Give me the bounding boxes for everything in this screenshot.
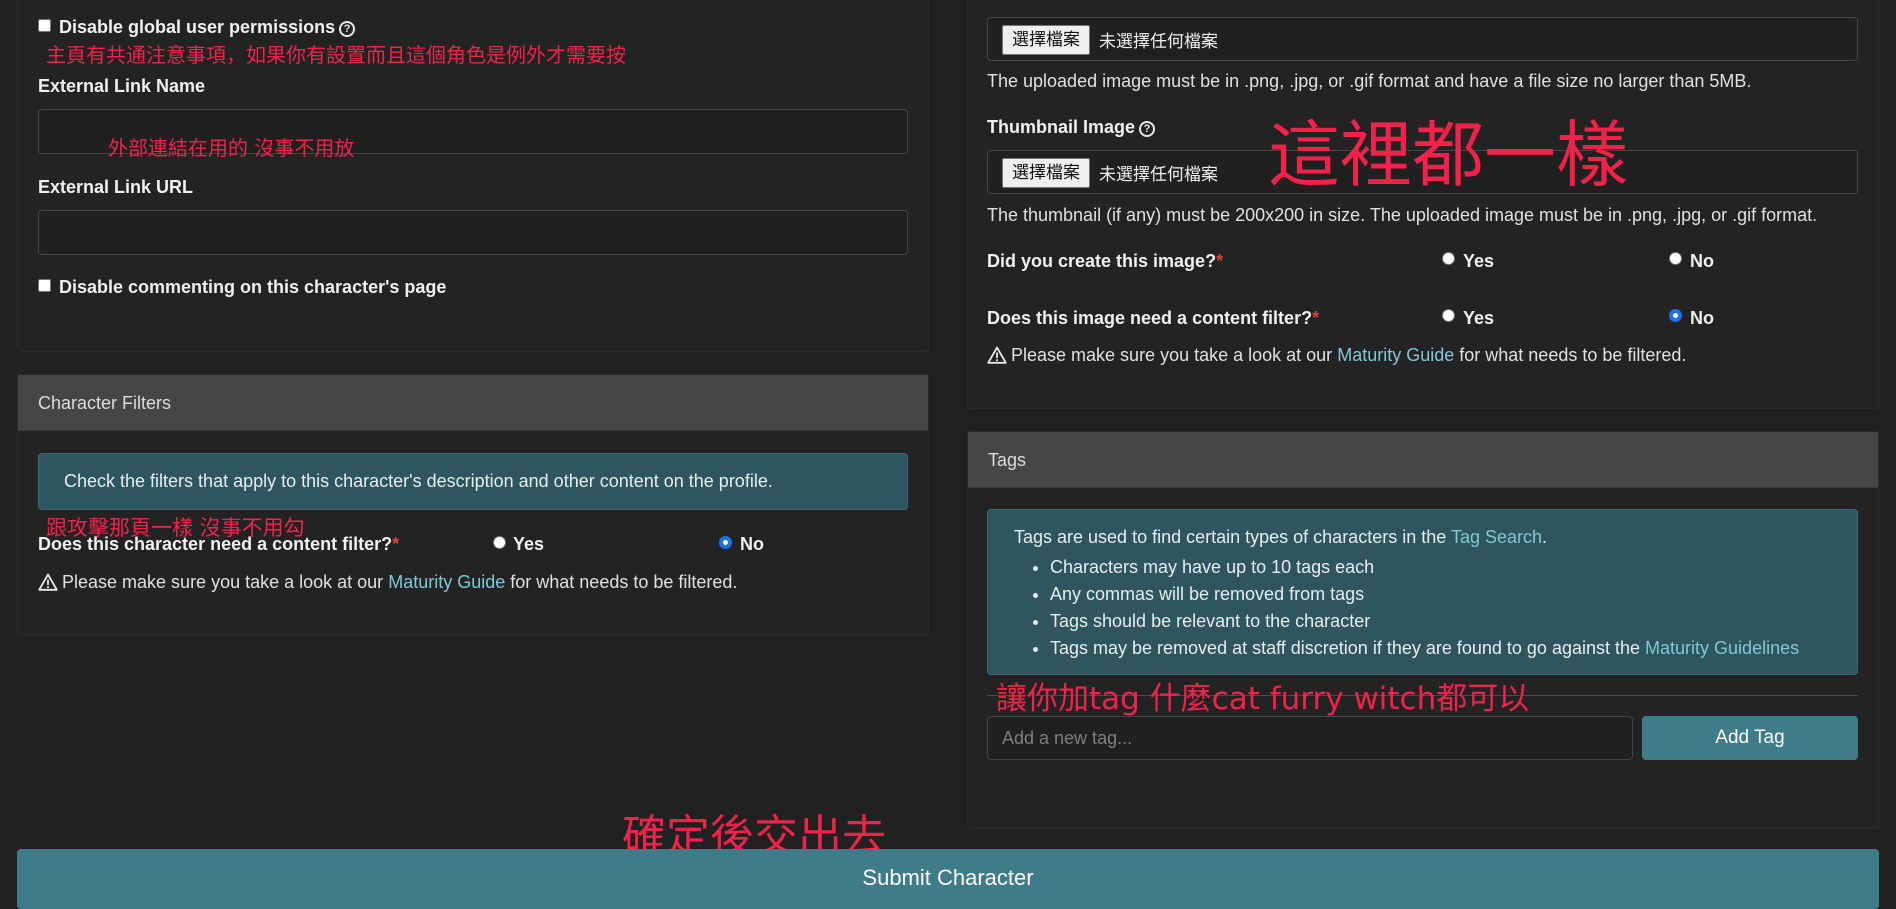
character-filters-info: Check the filters that apply to this cha… bbox=[38, 453, 908, 510]
maturity-guide-link[interactable]: Maturity Guide bbox=[1337, 345, 1454, 365]
annotation-external-name: 外部連結在用的 沒事不用放 bbox=[108, 136, 355, 160]
annotation-tags: 讓你加tag 什麼cat furry witch都可以 bbox=[996, 681, 1530, 717]
annotation-permissions: 主頁有共通注意事項，如果你有設置而且這個角色是例外才需要按 bbox=[46, 43, 626, 67]
disable-commenting-checkbox[interactable] bbox=[38, 279, 51, 292]
add-tag-button[interactable]: Add Tag bbox=[1642, 716, 1858, 760]
disable-global-permissions-label: Disable global user permissions? bbox=[59, 17, 356, 38]
thumbnail-file-status: 未選擇任何檔案 bbox=[1099, 165, 1218, 185]
disable-global-permissions-checkbox[interactable] bbox=[38, 19, 51, 32]
list-item: Tags may be removed at staff discretion … bbox=[1050, 635, 1799, 662]
character-filter-yes-radio[interactable] bbox=[493, 536, 506, 549]
thumbnail-image-label: Thumbnail Image? bbox=[987, 117, 1156, 138]
list-item: Any commas will be removed from tags bbox=[1050, 581, 1799, 608]
image-created-no-label: No bbox=[1690, 251, 1714, 271]
image-file-input[interactable]: 選擇檔案 未選擇任何檔案 bbox=[987, 17, 1858, 61]
image-created-yes-radio[interactable] bbox=[1442, 252, 1455, 265]
maturity-guidelines-link[interactable]: Maturity Guidelines bbox=[1645, 638, 1799, 658]
image-help-text: The uploaded image must be in .png, .jpg… bbox=[987, 71, 1752, 91]
image-filter-guide: Please make sure you take a look at our … bbox=[987, 345, 1686, 366]
help-icon[interactable]: ? bbox=[339, 21, 356, 37]
tag-search-link[interactable]: Tag Search bbox=[1451, 527, 1542, 547]
character-filter-question: Does this character need a content filte… bbox=[38, 534, 400, 554]
image-filter-no-radio[interactable] bbox=[1669, 309, 1682, 322]
character-filter-no-label: No bbox=[740, 534, 764, 554]
character-filters-header: Character Filters bbox=[18, 375, 928, 431]
submit-character-button[interactable]: Submit Character bbox=[17, 849, 1879, 909]
tags-header: Tags bbox=[968, 432, 1878, 488]
image-created-question: Did you create this image?* bbox=[987, 251, 1224, 271]
help-icon[interactable]: ? bbox=[1139, 121, 1156, 137]
external-link-url-label: External Link URL bbox=[38, 177, 194, 197]
list-item: Characters may have up to 10 tags each bbox=[1050, 554, 1799, 581]
warning-icon bbox=[38, 573, 58, 591]
image-created-yes-label: Yes bbox=[1463, 251, 1495, 271]
image-filter-no-label: No bbox=[1690, 308, 1714, 328]
list-item: Tags should be relevant to the character bbox=[1050, 608, 1799, 635]
external-link-url-input[interactable] bbox=[38, 210, 908, 255]
image-filter-yes-radio[interactable] bbox=[1442, 309, 1455, 322]
tags-intro: Tags are used to find certain types of c… bbox=[1014, 527, 1548, 547]
maturity-guide-link[interactable]: Maturity Guide bbox=[388, 572, 505, 592]
image-filter-yes-label: Yes bbox=[1463, 308, 1495, 328]
warning-icon bbox=[987, 346, 1007, 364]
image-filter-question: Does this image need a content filter?* bbox=[987, 308, 1320, 328]
external-link-name-label: External Link Name bbox=[38, 76, 206, 96]
character-filter-no-radio[interactable] bbox=[719, 536, 732, 549]
tags-info: Tags are used to find certain types of c… bbox=[987, 509, 1858, 675]
new-tag-input[interactable] bbox=[987, 716, 1633, 760]
image-created-no-radio[interactable] bbox=[1669, 252, 1682, 265]
image-file-status: 未選擇任何檔案 bbox=[1099, 32, 1218, 52]
thumbnail-help-text: The thumbnail (if any) must be 200x200 i… bbox=[987, 205, 1818, 225]
character-filter-yes-label: Yes bbox=[513, 534, 545, 554]
image-choose-file-button[interactable]: 選擇檔案 bbox=[1002, 25, 1090, 55]
annotation-image: 這裡都一樣 bbox=[1268, 113, 1629, 197]
disable-commenting-label: Disable commenting on this character's p… bbox=[59, 277, 447, 297]
thumbnail-choose-file-button[interactable]: 選擇檔案 bbox=[1002, 158, 1090, 188]
tags-rules-list: Characters may have up to 10 tags each A… bbox=[988, 554, 1799, 662]
character-filter-guide: Please make sure you take a look at our … bbox=[38, 572, 737, 593]
